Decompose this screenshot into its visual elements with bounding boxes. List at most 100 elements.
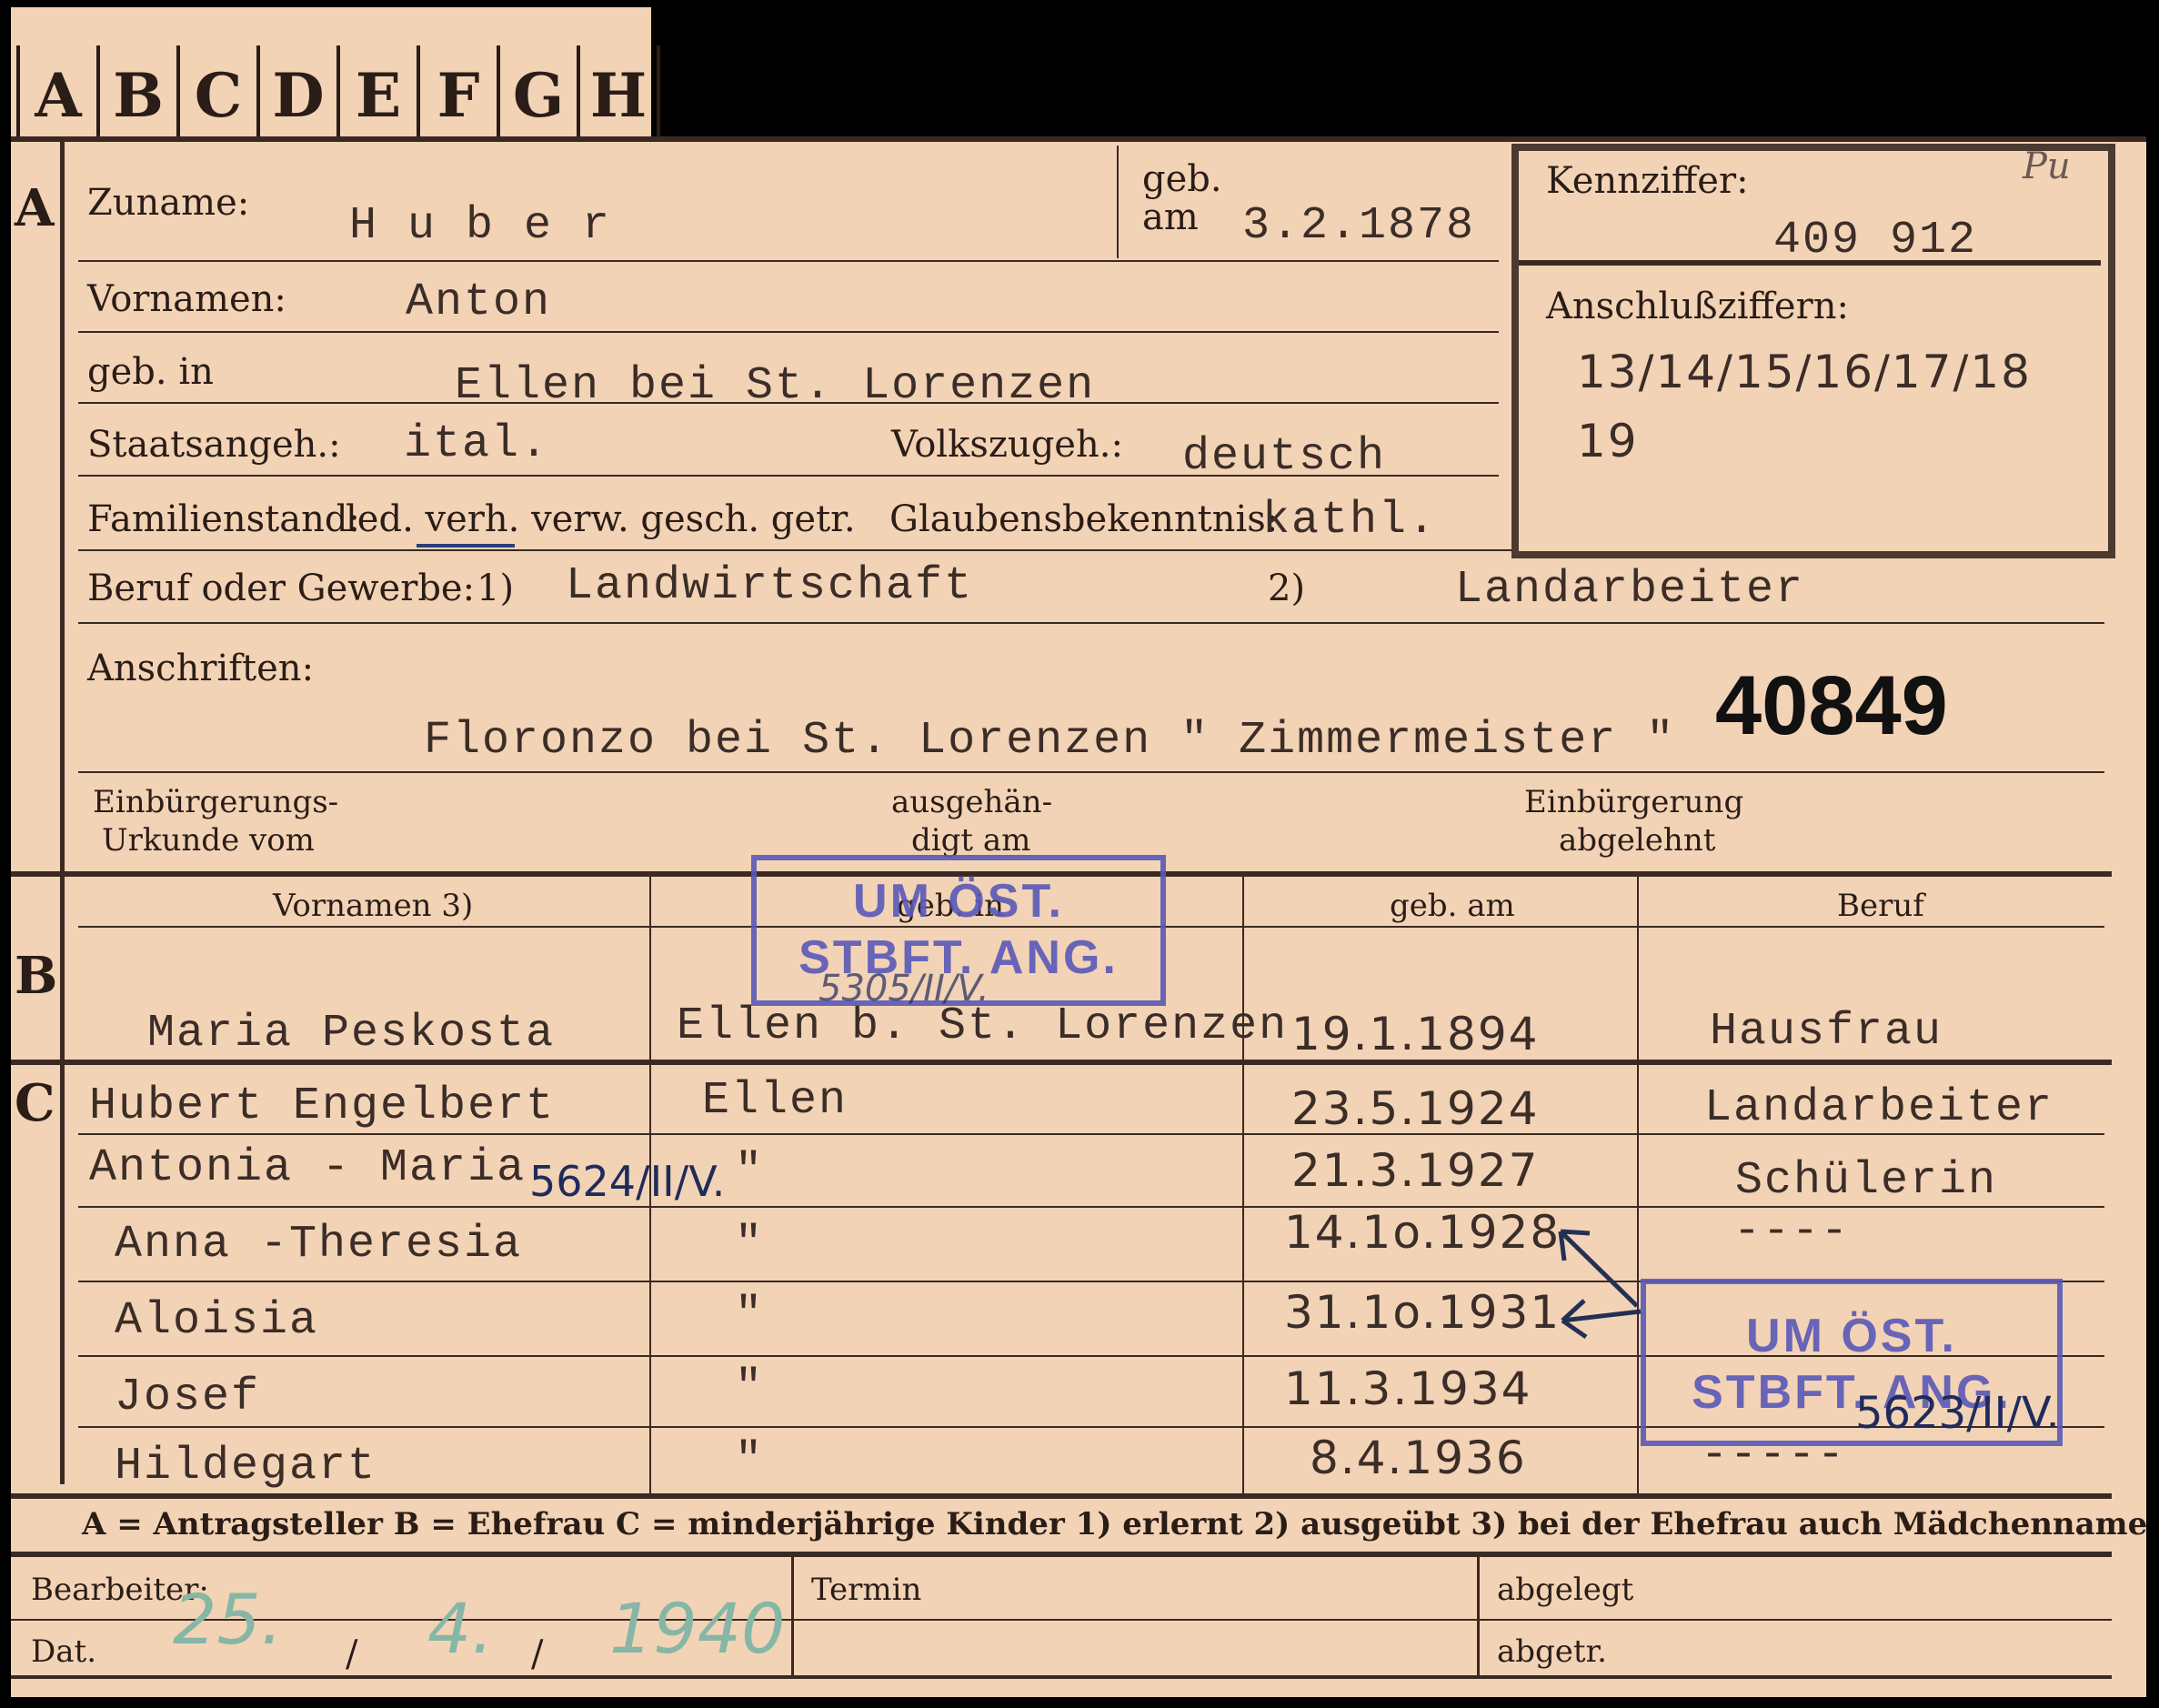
tab-c[interactable]: C [176,45,256,146]
header-firstnames: Vornamen 3) [273,888,474,924]
surname-value: H u b e r [349,200,612,252]
col-line-2 [1242,877,1244,1493]
section-c-letter: C [15,1073,55,1133]
arrow-left-icon [1561,1299,1642,1340]
child-1-profession: Landarbeiter [1704,1082,2054,1134]
citizenship-value: ital. [404,418,550,470]
marital-options: led. verh. verw. gesch. getr. [346,498,856,540]
date-year: 1940 [609,1588,786,1669]
firstnames-value: Anton [406,276,552,328]
card-top-border [11,136,2146,142]
date-sep-2: / [531,1633,544,1675]
row-line-3 [78,402,1499,404]
wife-name: Maria Peskosta [147,1008,556,1060]
refused-label-2: abgelehnt [1559,822,1716,859]
child-1-born-on: 23.5.1924 [1291,1082,1540,1135]
child-4-name: Aloisia [115,1295,319,1347]
code-label: Kennziffer: [1546,160,1749,202]
tab-g[interactable]: G [497,45,577,146]
profession-learned-value: Landwirtschaft [566,560,974,612]
term-label: Termin [811,1572,922,1608]
tab-e[interactable]: E [336,45,417,146]
alphabet-tab-strip: A B C D E F G H [11,7,660,146]
handed-label-1: ausgehän- [891,784,1053,820]
col-line-3 [1637,877,1639,1493]
date-day: 25. [173,1579,283,1660]
child-3-born-in: " [735,1219,765,1271]
nationality-label: Volkszugeh.: [891,424,1123,466]
tab-f[interactable]: F [417,45,497,146]
child-5-name: Josef [115,1371,261,1423]
stamp-children-ref: 5623/II/V. [1855,1388,2060,1439]
tab-a[interactable]: A [16,45,96,146]
legend-text: A = Antragsteller B = Ehefrau C = minder… [82,1506,2148,1542]
footer-bottom-line [11,1675,2112,1679]
child-4-born-on: 31.1o.1931 [1284,1286,1562,1339]
child-5-born-in: " [735,1362,765,1414]
date-label: Dat. [31,1633,97,1670]
birthplace-label: geb. in [87,351,214,393]
child-2-name: Antonia - Maria [89,1142,527,1194]
stamp-wife-ref: 5305/II/V. [818,968,989,1010]
filed-label: abgelegt [1497,1572,1634,1608]
arrow-marks [1558,1229,1642,1340]
born-divider [1117,146,1119,258]
section-a-letter: A [15,178,55,238]
born-on-value: 3.2.1878 [1242,200,1476,252]
stamped-number: 40849 [1715,659,1948,752]
naturalization-label-2: Urkunde vom [102,822,315,859]
addresses-label: Anschriften: [87,648,315,689]
arrow-up-icon [1558,1229,1639,1308]
child-6-born-on: 8.4.1936 [1310,1432,1527,1484]
row-line-7 [78,771,2104,773]
child-2-profession: Schülerin [1735,1155,1998,1207]
row-line-1 [78,260,1499,262]
child-2-born-on: 21.3.1927 [1291,1144,1540,1197]
abgetr-label: abgetr. [1497,1633,1607,1670]
tab-d[interactable]: D [256,45,336,146]
note-1-marker: 1) [477,568,515,609]
linked-codes-label: Anschlußziffern: [1546,286,1849,327]
note-2-marker: 2) [1268,568,1306,609]
stamp-children-line-1: UM ÖST. [1746,1310,1957,1362]
address-value: Floronzo bei St. Lorenzen " Zimmermeiste… [424,715,1676,767]
child-3-born-on: 14.1o.1928 [1284,1206,1562,1259]
legend-top-line [11,1493,2112,1499]
religion-label: Glaubensbekenntnis: [889,498,1279,540]
row-line-2 [78,331,1499,333]
tab-h[interactable]: H [577,45,660,146]
child-6-born-in: " [735,1435,765,1487]
wife-profession: Hausfrau [1710,1006,1943,1058]
marital-label: Familienstand: [87,498,360,540]
child-3-name: Anna -Theresia [115,1219,523,1271]
linked-codes-line-1: 13/14/15/16/17/18 [1577,346,2032,398]
profession-practiced-value: Landarbeiter [1455,564,1805,616]
child-2-handwritten-ref: 5624/II/V. [529,1157,726,1206]
footer-col-line-2 [1477,1557,1480,1675]
header-born-on: geb. am [1390,888,1515,924]
section-b-letter: B [15,946,58,1006]
row-line-4 [78,475,1499,477]
born-label: geb. [1142,158,1222,200]
wife-born-on: 19.1.1894 [1291,1008,1540,1060]
child-3-profession: ---- [1733,1206,1851,1258]
stamp-wife-line-1: UM ÖST. [853,875,1064,928]
footer-col-line-1 [791,1557,794,1675]
row-line-6 [78,622,2104,624]
child-1-name: Hubert Engelbert [89,1080,556,1132]
date-month: 4. [427,1588,494,1669]
birthplace-value: Ellen bei St. Lorenzen [455,360,1096,412]
header-profession: Beruf [1837,888,1924,924]
born-on-label: am [1142,196,1199,238]
child-1-born-in: Ellen [702,1075,849,1127]
legend-bottom-line [11,1552,2112,1557]
child-2-born-in: " [735,1146,765,1198]
profession-label: Beruf oder Gewerbe: [87,568,476,609]
firstnames-label: Vornamen: [87,278,286,320]
naturalization-label-1: Einbürgerungs- [93,784,339,820]
tab-b[interactable]: B [96,45,176,146]
code-note: Pu [2023,146,2071,187]
citizenship-label: Staatsangeh.: [87,424,341,466]
footer-row-line [11,1619,2112,1621]
child-6-name: Hildegart [115,1441,377,1492]
